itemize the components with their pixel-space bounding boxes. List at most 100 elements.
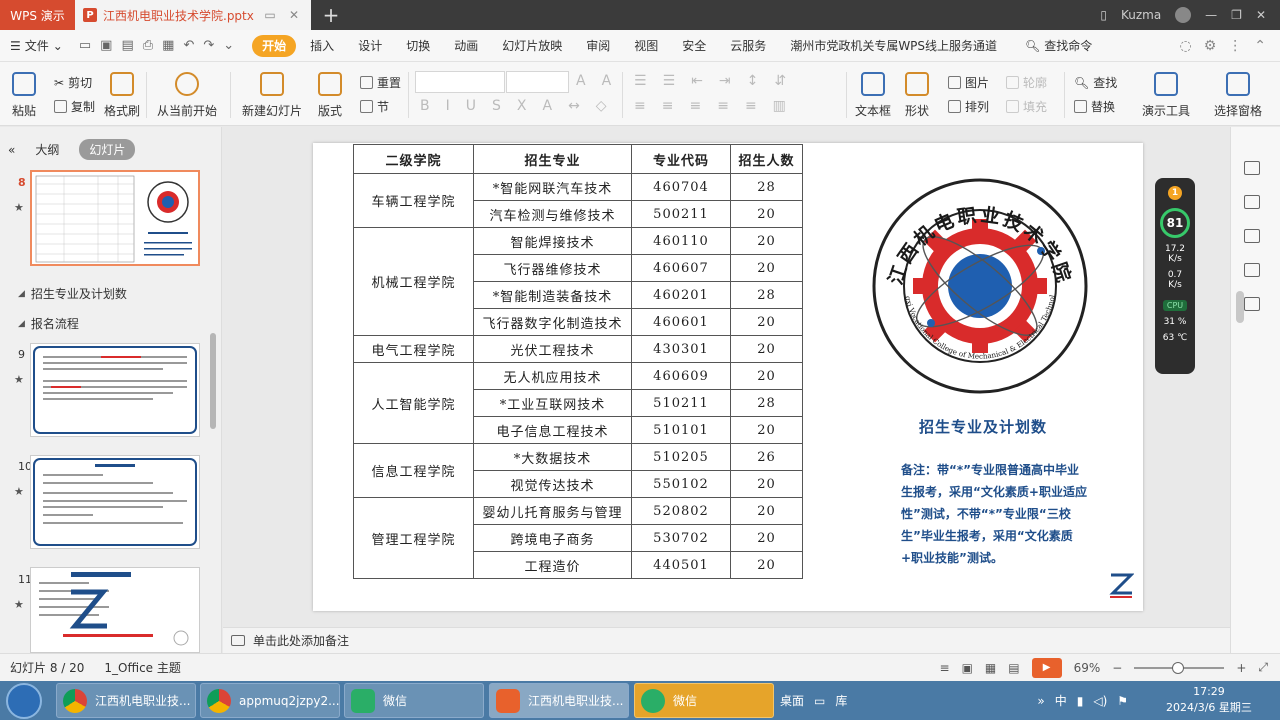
- majors-table[interactable]: 二级学院 招生专业 专业代码 招生人数 车辆工程学院 *智能网联汽车技术 46070…: [353, 144, 803, 579]
- align-center-icon[interactable]: ≡: [662, 98, 674, 114]
- user-name[interactable]: Kuzma: [1121, 8, 1161, 22]
- menu-animations[interactable]: 动画: [444, 35, 488, 57]
- panel-scrollbar[interactable]: [210, 333, 216, 429]
- menu-review[interactable]: 审阅: [576, 35, 620, 57]
- collapse-panel-icon[interactable]: «: [8, 143, 15, 157]
- app-tab[interactable]: WPS 演示: [0, 0, 75, 30]
- tab-slides[interactable]: 幻灯片: [79, 139, 136, 160]
- task-chrome-2[interactable]: appmuq2jzpy2...: [200, 683, 340, 718]
- bold-icon[interactable]: B: [420, 98, 430, 114]
- menu-home[interactable]: 开始: [252, 34, 297, 57]
- distribute-icon[interactable]: ≡: [745, 98, 757, 114]
- tray-expand-icon[interactable]: »: [1037, 694, 1044, 708]
- start-button[interactable]: [6, 683, 42, 719]
- ime-icon[interactable]: 中: [1055, 692, 1067, 709]
- menu-security[interactable]: 安全: [672, 35, 716, 57]
- menu-view[interactable]: 视图: [624, 35, 668, 57]
- zoom-out-icon[interactable]: −: [1112, 661, 1122, 675]
- slide-thumbnail-9[interactable]: [30, 343, 200, 437]
- align-right-icon[interactable]: ≡: [689, 98, 701, 114]
- fill-button[interactable]: 轮廓: [1006, 74, 1047, 91]
- selection-pane-button[interactable]: 选择窗格: [1214, 72, 1262, 119]
- close-window-icon[interactable]: ✕: [1256, 8, 1266, 22]
- design-icon[interactable]: [1244, 195, 1260, 209]
- close-tab-icon[interactable]: ✕: [285, 8, 303, 22]
- search-command[interactable]: 🔍︎ 查找命令: [1025, 37, 1092, 54]
- font-color-icon[interactable]: A: [542, 98, 552, 114]
- more-icon[interactable]: ⋮: [1228, 38, 1242, 54]
- play-from-current-button[interactable]: 从当前开始: [157, 72, 217, 119]
- export-pdf-icon[interactable]: ▤: [121, 38, 133, 53]
- notes-bar[interactable]: 单击此处添加备注: [223, 627, 1230, 653]
- task-wps-presentation[interactable]: 江西机电职业技...: [489, 683, 629, 718]
- layout-button[interactable]: 版式: [318, 72, 342, 119]
- decrease-indent-icon[interactable]: ⇤: [691, 73, 703, 89]
- task-wechat-1[interactable]: 微信: [344, 683, 484, 718]
- slide-thumbnail-10[interactable]: [30, 455, 200, 549]
- new-slide-button[interactable]: 新建幻灯片: [242, 72, 302, 119]
- slide-thumbnail-8[interactable]: [30, 170, 200, 266]
- customize-icon[interactable]: ⌄: [223, 38, 234, 53]
- justify-icon[interactable]: ≡: [717, 98, 729, 114]
- font-size-select[interactable]: [506, 71, 569, 93]
- align-left-icon[interactable]: ≡: [634, 98, 646, 114]
- replace-button[interactable]: 替换: [1074, 98, 1115, 115]
- menu-insert[interactable]: 插入: [300, 35, 344, 57]
- section-button[interactable]: 节: [360, 98, 389, 115]
- properties-icon[interactable]: [1244, 161, 1260, 175]
- menu-service-channel[interactable]: 潮州市党政机关专属WPS线上服务通道: [780, 35, 1007, 57]
- undo-icon[interactable]: ↶: [183, 38, 194, 53]
- copy-panel-icon[interactable]: [1244, 263, 1260, 277]
- canvas-scrollbar[interactable]: [1236, 291, 1244, 323]
- line-spacing-icon[interactable]: ↕: [747, 73, 759, 89]
- shrink-font-icon[interactable]: A: [602, 73, 612, 89]
- layout-icon[interactable]: ▯: [1100, 8, 1107, 22]
- zoom-level[interactable]: 69%: [1074, 661, 1101, 675]
- redo-icon[interactable]: ↷: [203, 38, 214, 53]
- animation-icon[interactable]: [1244, 229, 1260, 243]
- print-preview-icon[interactable]: ▦: [162, 38, 174, 53]
- presenter-tools-button[interactable]: 演示工具: [1142, 72, 1190, 119]
- italic-icon[interactable]: I: [446, 98, 450, 114]
- minimize-icon[interactable]: —: [1205, 8, 1217, 22]
- document-tab[interactable]: P 江西机电职业技术学院.pptx ▭ ✕: [75, 0, 311, 30]
- collapse-ribbon-icon[interactable]: ⌃: [1254, 38, 1266, 54]
- notes-toggle-icon[interactable]: ≡: [940, 661, 950, 675]
- menu-transitions[interactable]: 切换: [396, 35, 440, 57]
- paste-button[interactable]: 粘贴: [12, 72, 36, 119]
- flag-icon[interactable]: ⚑: [1117, 694, 1128, 708]
- avatar[interactable]: [1175, 7, 1192, 23]
- zoom-in-icon[interactable]: +: [1236, 661, 1246, 675]
- textbox-button[interactable]: 文本框: [855, 72, 891, 119]
- maximize-icon[interactable]: ❐: [1231, 8, 1242, 22]
- reading-view-icon[interactable]: ▤: [1008, 661, 1019, 675]
- folder-icon[interactable]: ▭: [814, 694, 825, 708]
- network-icon[interactable]: ▮: [1077, 694, 1084, 708]
- reset-button[interactable]: 重置: [360, 74, 401, 91]
- section-process[interactable]: ◢ 报名流程: [18, 315, 79, 332]
- format-painter-button[interactable]: 格式刷: [104, 72, 140, 119]
- gear-icon[interactable]: ⚙: [1204, 38, 1217, 54]
- menu-cloud[interactable]: 云服务: [720, 35, 776, 57]
- section-majors[interactable]: ◢ 招生专业及计划数: [18, 285, 127, 302]
- outline-button[interactable]: 填充: [1006, 98, 1047, 115]
- zoom-slider[interactable]: [1134, 661, 1225, 674]
- slide-thumbnail-11[interactable]: [30, 567, 200, 653]
- menu-design[interactable]: 设计: [348, 35, 392, 57]
- file-menu[interactable]: ☰ 文件 ⌄: [10, 37, 63, 54]
- print-icon[interactable]: ⎙: [143, 38, 153, 53]
- template-icon[interactable]: [1244, 297, 1260, 311]
- comment-icon[interactable]: ◌: [1179, 38, 1191, 54]
- strike-icon[interactable]: S: [492, 98, 501, 114]
- library-toolbar[interactable]: 库: [835, 692, 847, 709]
- grow-font-icon[interactable]: A: [576, 73, 586, 89]
- new-tab-button[interactable]: +: [311, 0, 351, 30]
- window-icon[interactable]: ▭: [261, 8, 279, 22]
- shape-button[interactable]: 形状: [905, 72, 929, 119]
- system-monitor-widget[interactable]: 1 81 17.2 K/s 0.7 K/s CPU 31 % 63 ℃: [1155, 178, 1195, 374]
- tab-outline[interactable]: 大纲: [35, 141, 59, 158]
- copy-button[interactable]: 复制: [54, 98, 95, 115]
- slide[interactable]: 二级学院 招生专业 专业代码 招生人数 车辆工程学院 *智能网联汽车技术 46070…: [313, 143, 1143, 611]
- menu-slideshow[interactable]: 幻灯片放映: [492, 35, 572, 57]
- task-chrome-1[interactable]: 江西机电职业技...: [56, 683, 196, 718]
